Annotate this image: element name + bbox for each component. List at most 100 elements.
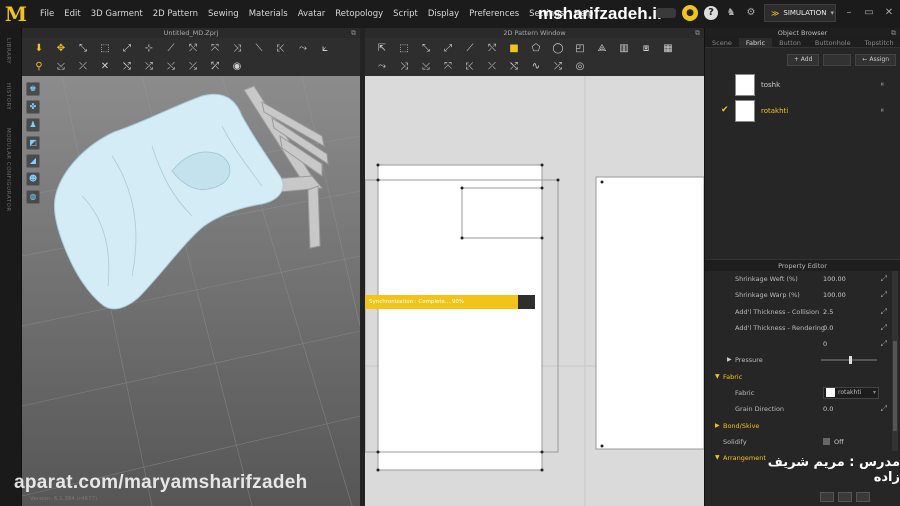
menu-item-sewing[interactable]: Sewing <box>203 0 244 28</box>
pattern-piece-pillow[interactable] <box>461 187 543 239</box>
bond-section[interactable]: ▶ Bond/Skive <box>705 418 891 434</box>
dart-icon[interactable]: ⟁ <box>591 39 613 57</box>
fabric-section[interactable]: ▼ Fabric <box>705 369 891 385</box>
edit-icon[interactable]: ⤢ <box>881 271 887 287</box>
view-mode-button[interactable] <box>838 492 852 502</box>
property-value[interactable]: 0 <box>823 336 827 352</box>
topstitch-icon[interactable]: ⤫ <box>481 57 503 75</box>
gusset-icon[interactable]: ⧆ <box>635 39 657 57</box>
check-sewing-icon[interactable]: ⤧ <box>437 57 459 75</box>
flatten-icon[interactable]: ⤭ <box>116 57 138 75</box>
edit-point-icon[interactable]: ⤡ <box>415 39 437 57</box>
add-point-icon[interactable]: ⤢ <box>437 39 459 57</box>
edit-curvature-icon[interactable]: ⟋ <box>459 39 481 57</box>
pressure-slider[interactable] <box>821 356 877 365</box>
shape-icon[interactable]: ⤩ <box>50 57 72 75</box>
solidify-toggle[interactable]: Off <box>823 434 844 450</box>
menu-item-2d-pattern[interactable]: 2D Pattern <box>148 0 203 28</box>
pressure-row[interactable]: ▶ Pressure <box>705 352 891 368</box>
property-value[interactable]: 100.00 <box>823 271 846 287</box>
strap-icon[interactable]: ⤨ <box>226 39 248 57</box>
fabric-item-selected[interactable]: ✔ rotakhti ⏸ <box>705 98 900 124</box>
minimize-button[interactable]: – <box>842 6 856 20</box>
sew-icon[interactable]: ⤮ <box>138 57 160 75</box>
fabric-select[interactable]: rotakhti ▾ <box>823 387 879 400</box>
seam-icon[interactable]: ⤳ <box>371 57 393 75</box>
show-garment-icon[interactable]: ♚ <box>26 82 40 96</box>
menu-item-edit[interactable]: Edit <box>59 0 85 28</box>
stitch-2d-icon[interactable]: ⤮ <box>547 57 569 75</box>
popout-icon[interactable]: ⧉ <box>891 28 896 38</box>
history-tab[interactable]: HISTORY <box>5 83 11 110</box>
curve-point-icon[interactable]: ⤲ <box>481 39 503 57</box>
free-sewing-icon[interactable]: ⤩ <box>415 57 437 75</box>
box-select-icon[interactable]: ⬚ <box>94 39 116 57</box>
property-scrollbar[interactable] <box>892 271 898 451</box>
polygon-icon[interactable]: ⬠ <box>525 39 547 57</box>
library-tab[interactable]: LIBRARY <box>5 38 11 64</box>
select-move-icon[interactable]: ⬇ <box>28 39 50 57</box>
view-mode-button[interactable] <box>856 492 870 502</box>
edit-icon[interactable]: ⤢ <box>881 304 887 320</box>
modular-configurator-tab[interactable]: MODULAR CONFIGURATOR <box>5 128 11 212</box>
viewport-3d[interactable]: ♚ ✤ ♟ ◩ ◢ ☻ ◍ Version: 6.1.384 (r4677) <box>22 75 360 506</box>
brush-icon[interactable]: ⤡ <box>72 39 94 57</box>
fabric-menu-icon[interactable]: ⏸ <box>881 106 885 115</box>
menu-item-file[interactable]: File <box>35 0 59 28</box>
help-icon[interactable]: ? <box>704 6 718 20</box>
settings-icon[interactable]: ⚙ <box>744 6 758 20</box>
show-texture-icon[interactable]: ◩ <box>26 136 40 150</box>
tab-buttonhole[interactable]: Buttonhole <box>808 38 858 47</box>
pattern-piece-side[interactable] <box>595 176 704 450</box>
wave-icon[interactable]: ∿ <box>525 57 547 75</box>
fold-icon[interactable]: ⟋ <box>160 39 182 57</box>
show-avatar-icon[interactable]: ♟ <box>26 118 40 132</box>
button-2d-icon[interactable]: ◎ <box>569 57 591 75</box>
edit-icon[interactable]: ⤢ <box>881 287 887 303</box>
edit-icon[interactable]: ⤢ <box>881 336 887 352</box>
stitch-icon[interactable]: ⤲ <box>182 39 204 57</box>
view-mode-button[interactable] <box>820 492 834 502</box>
add-fabric-button[interactable]: + Add <box>786 54 820 66</box>
property-value[interactable]: 100.00 <box>823 287 846 303</box>
scrollbar-thumb[interactable] <box>893 341 897 431</box>
tuck-icon[interactable]: ⊹ <box>138 39 160 57</box>
property-value[interactable]: 0.0 <box>823 401 833 417</box>
grid-icon[interactable]: ▦ <box>657 39 679 57</box>
fabric-item[interactable]: toshk ⏸ <box>705 72 900 98</box>
internal-shape-icon[interactable]: ◰ <box>569 39 591 57</box>
tab-fabric[interactable]: Fabric <box>738 38 773 47</box>
pattern-canvas[interactable]: Synchronization : Complete... 90% <box>365 76 704 506</box>
menu-item-avatar[interactable]: Avatar <box>293 0 331 28</box>
select-mesh-icon[interactable]: ✥ <box>50 39 72 57</box>
zipper-icon[interactable]: ⤰ <box>182 57 204 75</box>
texture-icon[interactable]: ▥ <box>613 39 635 57</box>
tab-scene[interactable]: Scene <box>705 38 739 47</box>
avatar-icon[interactable]: ⚲ <box>28 57 50 75</box>
show-strain-icon[interactable]: ◢ <box>26 154 40 168</box>
edit-icon[interactable]: ⤢ <box>881 320 887 336</box>
property-value[interactable]: 0.0 <box>823 320 833 336</box>
simulation-button[interactable]: ≫ SIMULATION ▾ <box>764 4 836 22</box>
menu-item-display[interactable]: Display <box>423 0 464 28</box>
eye-icon[interactable]: ● <box>682 5 698 21</box>
edit-icon[interactable]: ⤢ <box>881 401 887 417</box>
menu-item-3d-garment[interactable]: 3D Garment <box>86 0 148 28</box>
slider-knob[interactable] <box>849 356 852 365</box>
assign-button[interactable]: ← Assign <box>855 54 896 66</box>
property-value[interactable]: 2.5 <box>823 304 833 320</box>
popout-icon[interactable]: ⧉ <box>695 28 700 38</box>
transform-pattern-icon[interactable]: ⇱ <box>371 39 393 57</box>
point-icon[interactable]: ⤪ <box>270 39 292 57</box>
ellipse-icon[interactable]: ◯ <box>547 39 569 57</box>
fold-arrangement-icon[interactable]: ⤪ <box>459 57 481 75</box>
blank-button[interactable] <box>823 54 852 66</box>
edit-pose-icon[interactable]: ⤳ <box>292 39 314 57</box>
menu-item-script[interactable]: Script <box>388 0 423 28</box>
line-icon[interactable]: ⟍ <box>248 39 270 57</box>
pin-icon[interactable]: ⤢ <box>116 39 138 57</box>
menu-item-retopology[interactable]: Retopology <box>330 0 388 28</box>
cat-icon[interactable]: ♞ <box>724 6 738 20</box>
close-button[interactable]: ✕ <box>882 6 896 20</box>
checkbox[interactable] <box>823 438 830 446</box>
